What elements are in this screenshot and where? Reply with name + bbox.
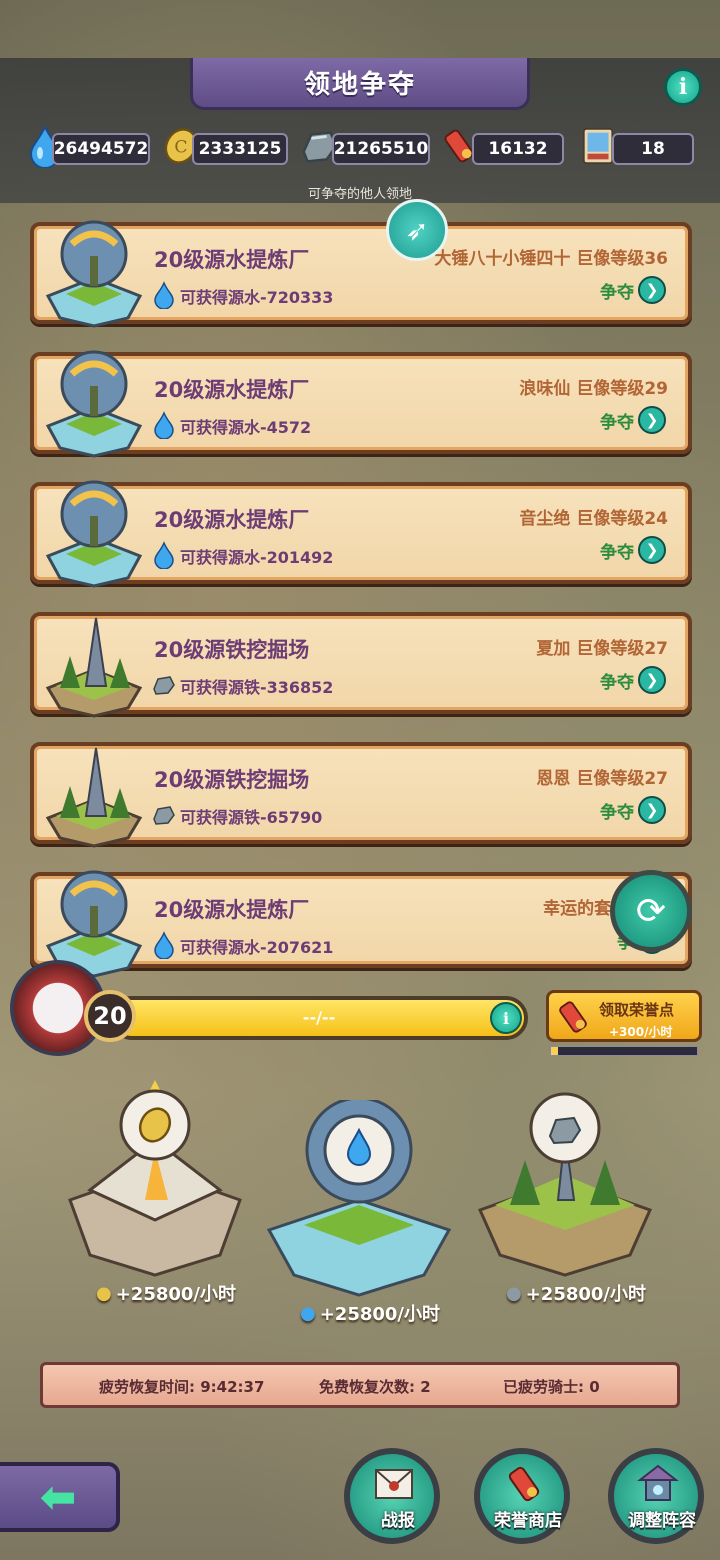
territory-name: 20级源水提炼厂 xyxy=(154,378,310,402)
territory-owner: 恩恩 巨像等级27 xyxy=(536,769,668,789)
territory-owner: 音尘绝 巨像等级24 xyxy=(519,509,668,529)
territory-name: 20级源铁挖掘场 xyxy=(154,638,310,662)
iron-mine-icon xyxy=(45,617,143,718)
honor-scroll-icon xyxy=(508,1466,540,1502)
seize-button[interactable]: 争夺 ❯ xyxy=(600,406,666,434)
water-refinery-icon xyxy=(45,220,143,328)
source-water-icon: ● xyxy=(300,1302,316,1324)
gold-count: 2333125 xyxy=(192,133,288,165)
battle-report-button[interactable]: 战报 xyxy=(344,1448,440,1544)
iron-rate-text: +25800/小时 xyxy=(525,1284,646,1305)
seize-label: 争夺 xyxy=(600,672,634,693)
source-water-icon xyxy=(154,411,174,439)
refresh-button[interactable]: ⟳ xyxy=(610,870,692,952)
gold-coin-icon: ● xyxy=(96,1282,112,1304)
territory-reward: 可获得源水-720333 xyxy=(180,288,334,307)
territory-owner: 浪味仙 巨像等级29 xyxy=(519,379,668,399)
honor-rate: +300/小时 xyxy=(609,1025,673,1039)
water-rate: ● +25800/小时 xyxy=(300,1300,440,1326)
player-progress-bar: --/-- i xyxy=(110,996,528,1040)
iron-count: 21265510 xyxy=(332,133,430,165)
territory-card[interactable]: 20级源水提炼厂可获得源水-201492 音尘绝 巨像等级24 争夺 ❯ xyxy=(30,480,692,588)
rocket-icon[interactable]: ➶ xyxy=(386,199,448,261)
free-recover-count: 免费恢复次数: 2 xyxy=(319,1378,431,1396)
envelope-icon xyxy=(375,1469,413,1499)
water-refinery-icon xyxy=(45,480,143,588)
seize-button[interactable]: 争夺 ❯ xyxy=(600,276,666,304)
honor-progress-fill xyxy=(551,1047,559,1055)
territory-owner: 大锤八十小锤四十 巨像等级36 xyxy=(434,249,668,269)
iron-rate: ● +25800/小时 xyxy=(506,1280,646,1306)
seize-button[interactable]: 争夺 ❯ xyxy=(600,796,666,824)
fatigue-recover-time: 疲劳恢复时间: 9:42:37 xyxy=(99,1378,265,1396)
battle-report-label: 战报 xyxy=(381,1511,415,1531)
water-count: 26494572 xyxy=(52,133,150,165)
gold-rate-text: +25800/小时 xyxy=(115,1284,236,1305)
info-button[interactable]: i xyxy=(664,68,702,106)
fatigue-banner: 疲劳恢复时间: 9:42:37 免费恢复次数: 2 已疲劳骑士: 0 xyxy=(40,1362,680,1408)
adjust-lineup-label: 调整阵容 xyxy=(628,1511,696,1531)
player-level: 20 xyxy=(84,990,136,1042)
arrow-right-icon: ❯ xyxy=(638,536,666,564)
honor-scroll-icon xyxy=(559,1001,587,1033)
territory-card[interactable]: 20级源水提炼厂可获得源水-720333 大锤八十小锤四十 巨像等级36 争夺 ❯ xyxy=(30,220,692,328)
seize-label: 争夺 xyxy=(600,542,634,563)
source-iron-icon: ● xyxy=(506,1282,522,1304)
territory-reward: 可获得源铁-336852 xyxy=(180,678,334,697)
page-title: 领地争夺 xyxy=(190,58,530,110)
arrow-right-icon: ❯ xyxy=(638,666,666,694)
seize-label: 争夺 xyxy=(600,412,634,433)
source-water-icon xyxy=(154,541,174,569)
arrow-right-icon: ❯ xyxy=(638,406,666,434)
progress-text: --/-- xyxy=(302,1008,336,1027)
seize-button[interactable]: 争夺 ❯ xyxy=(600,536,666,564)
territory-name: 20级源水提炼厂 xyxy=(154,898,310,922)
source-water-icon xyxy=(154,931,174,959)
adjust-lineup-button[interactable]: 调整阵容 xyxy=(608,1448,704,1544)
seize-button[interactable]: 争夺 ❯ xyxy=(600,666,666,694)
honor-progress-bar xyxy=(550,1046,698,1056)
honor-count: 16132 xyxy=(472,133,564,165)
list-title: 可争夺的他人领地 xyxy=(307,187,412,202)
claim-honor-button[interactable]: 领取荣誉点 +300/小时 xyxy=(546,990,702,1042)
gold-rate: ● +25800/小时 xyxy=(96,1280,236,1306)
territory-card[interactable]: 20级源铁挖掘场可获得源铁-336852 夏加 巨像等级27 争夺 ❯ xyxy=(30,612,692,718)
territory-reward: 可获得源水-4572 xyxy=(180,418,312,437)
territory-card[interactable]: 20级源水提炼厂可获得源水-207621幸运的套鹿 巨像争❯ xyxy=(30,870,692,978)
territory-card[interactable]: 20级源铁挖掘场可获得源铁-65790 恩恩 巨像等级27 争夺 ❯ xyxy=(30,742,692,848)
water-rate-text: +25800/小时 xyxy=(319,1304,440,1325)
territory-name: 20级源水提炼厂 xyxy=(154,508,310,532)
water-island[interactable] xyxy=(264,1100,454,1310)
territory-reward: 可获得源水-207621 xyxy=(180,938,334,957)
arrow-right-icon: ❯ xyxy=(638,796,666,824)
source-iron-icon xyxy=(153,806,175,825)
back-arrow-icon: ⬅ xyxy=(39,1471,77,1523)
territory-reward: 可获得源水-201492 xyxy=(180,548,334,567)
seize-label: 争夺 xyxy=(600,802,634,823)
iron-island[interactable] xyxy=(470,1080,660,1290)
territory-name: 20级源水提炼厂 xyxy=(154,248,310,272)
shrine-icon xyxy=(637,1464,679,1501)
territory-owner: 夏加 巨像等级27 xyxy=(536,639,668,659)
iron-mine-icon xyxy=(45,747,143,848)
claim-honor-label: 领取荣誉点 xyxy=(599,1001,675,1019)
level-info-button[interactable]: i xyxy=(490,1002,522,1034)
svg-text:C: C xyxy=(174,138,187,158)
water-refinery-icon xyxy=(45,350,143,458)
territory-reward: 可获得源铁-65790 xyxy=(180,808,323,827)
tired-knights-count: 已疲劳骑士: 0 xyxy=(503,1378,600,1396)
source-water-icon xyxy=(154,281,174,309)
territory-name: 20级源铁挖掘场 xyxy=(154,768,310,792)
territory-card[interactable]: 20级源水提炼厂可获得源水-4572 浪味仙 巨像等级29 争夺 ❯ xyxy=(30,350,692,458)
source-iron-icon xyxy=(153,676,175,695)
knight-count: 18 xyxy=(612,133,694,165)
gold-island[interactable] xyxy=(60,1080,250,1290)
arrow-right-icon: ❯ xyxy=(638,276,666,304)
honor-shop-label: 荣誉商店 xyxy=(494,1511,562,1531)
back-button[interactable]: ⬅ xyxy=(0,1462,120,1532)
honor-shop-button[interactable]: 荣誉商店 xyxy=(474,1448,570,1544)
seize-label: 争夺 xyxy=(600,282,634,303)
